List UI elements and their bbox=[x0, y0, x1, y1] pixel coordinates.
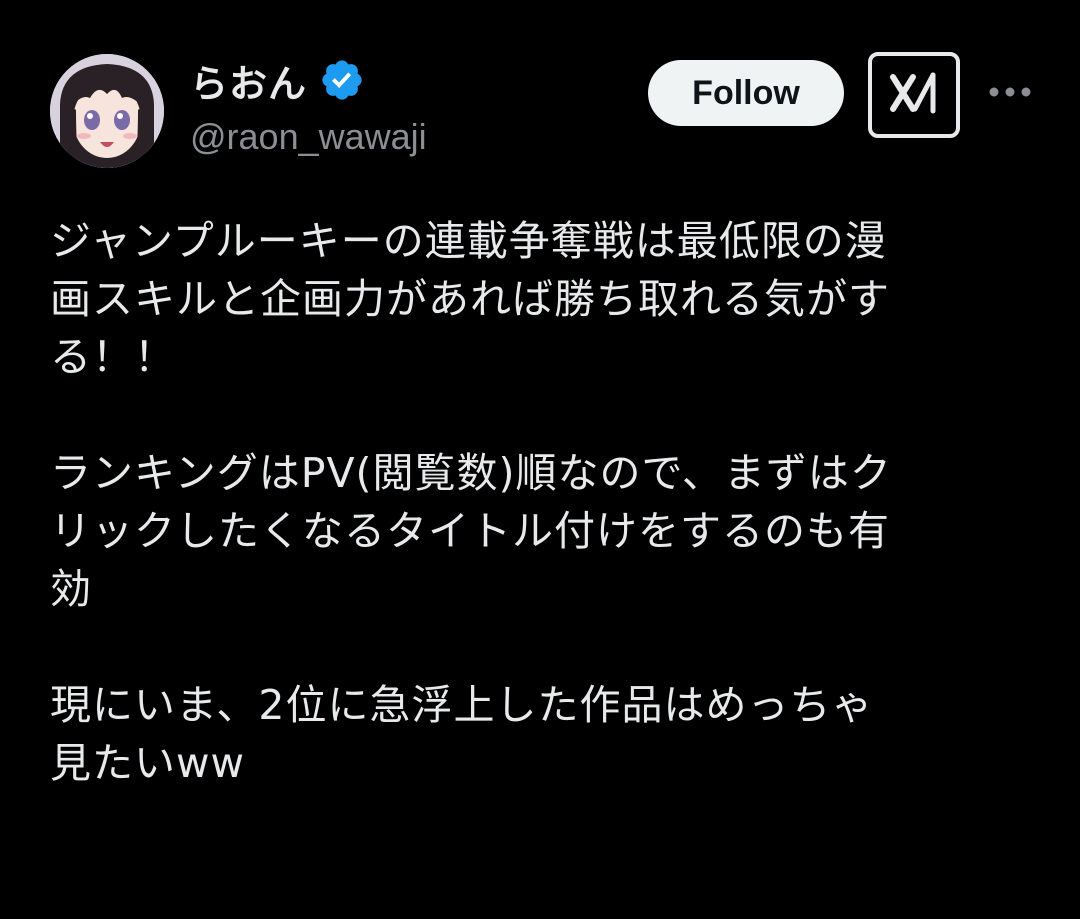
tweet-paragraph: 現にいま、2位に急浮上した作品はめっちゃ 見たいww bbox=[50, 681, 874, 787]
author-name-row[interactable]: らおん bbox=[190, 52, 365, 108]
verified-badge-icon bbox=[319, 57, 365, 103]
grok-button[interactable] bbox=[868, 52, 960, 138]
display-name[interactable]: らおん bbox=[190, 53, 307, 108]
tweet-paragraph: ランキングはPV(閲覧数)順なので、まずはク リックしたくなるタイトル付けをする… bbox=[50, 449, 892, 613]
avatar-image bbox=[50, 54, 164, 168]
avatar[interactable] bbox=[50, 54, 164, 168]
tweet-paragraph: ジャンプルーキーの連載争奪戦は最低限の漫 画スキルと企画力があれば勝ち取れる気が… bbox=[50, 217, 890, 381]
more-options-button[interactable] bbox=[980, 70, 1040, 114]
follow-button[interactable]: Follow bbox=[648, 60, 844, 126]
grok-logo-icon bbox=[887, 71, 941, 119]
more-horizontal-icon bbox=[988, 83, 1032, 102]
tweet-text: ジャンプルーキーの連載争奪戦は最低限の漫 画スキルと企画力があれば勝ち取れる気が… bbox=[50, 212, 1040, 792]
author-handle[interactable]: @raon_wawaji bbox=[190, 116, 427, 158]
